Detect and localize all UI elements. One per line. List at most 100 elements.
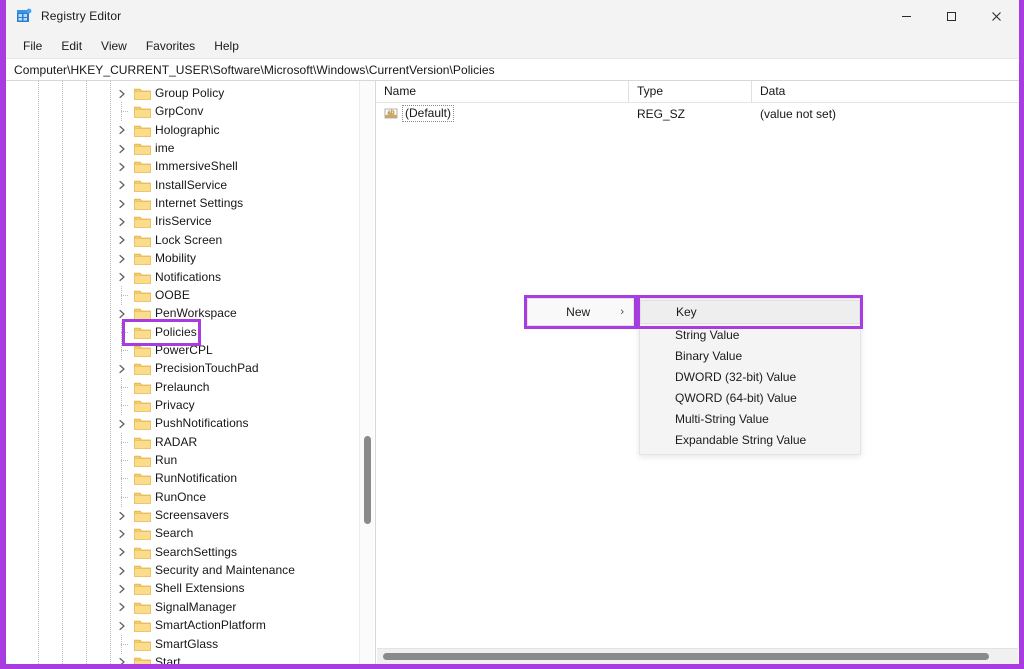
tree-item-prelaunch[interactable]: Prelaunch xyxy=(6,377,359,397)
tree-item-ime[interactable]: ime xyxy=(6,139,359,158)
folder-icon xyxy=(134,179,151,193)
context-menu-item-dword-32-bit-value[interactable]: DWORD (32-bit) Value xyxy=(640,366,860,387)
values-scrollbar-thumb[interactable] xyxy=(383,653,989,660)
context-menu-item-label: DWORD (32-bit) Value xyxy=(675,369,797,384)
tree-item-runnotification[interactable]: RunNotification xyxy=(6,469,359,489)
tree-item-label: Lock Screen xyxy=(155,232,223,247)
values-list-row[interactable]: ab (Default) REG_SZ (value not set) xyxy=(376,103,1019,124)
folder-icon xyxy=(134,197,151,211)
column-header-data[interactable]: Data xyxy=(752,81,1017,102)
chevron-right-icon[interactable] xyxy=(114,121,130,140)
tree-connector-line xyxy=(114,451,130,470)
folder-icon xyxy=(134,124,151,138)
context-menu-item-string-value[interactable]: String Value xyxy=(640,324,860,345)
tree-item-irisservice[interactable]: IrisService xyxy=(6,212,359,231)
tree-item-run[interactable]: Run xyxy=(6,451,359,470)
tree-item-runonce[interactable]: RunOnce xyxy=(6,487,359,507)
menu-help[interactable]: Help xyxy=(206,36,248,56)
folder-icon xyxy=(134,215,151,229)
context-menu-new-item[interactable]: New › xyxy=(527,298,634,326)
context-menu-item-key[interactable]: Key xyxy=(640,300,860,324)
chevron-right-icon[interactable] xyxy=(114,506,130,525)
address-bar[interactable]: Computer\HKEY_CURRENT_USER\Software\Micr… xyxy=(6,59,1019,81)
chevron-right-icon[interactable] xyxy=(114,653,130,664)
tree-item-internet-settings[interactable]: Internet Settings xyxy=(6,194,359,213)
tree-item-shell-extensions[interactable]: Shell Extensions xyxy=(6,579,359,598)
tree-item-lock-screen[interactable]: Lock Screen xyxy=(6,231,359,250)
tree-item-label: SmartActionPlatform xyxy=(155,618,266,633)
tree-item-pushnotifications[interactable]: PushNotifications xyxy=(6,414,359,433)
tree-item-label: RunNotification xyxy=(155,471,238,486)
tree-item-precisiontouchpad[interactable]: PrecisionTouchPad xyxy=(6,359,359,378)
tree-scrollbar-thumb[interactable] xyxy=(364,436,371,524)
chevron-right-icon[interactable] xyxy=(114,231,130,250)
chevron-right-icon[interactable] xyxy=(114,249,130,268)
context-menu-item-multi-string-value[interactable]: Multi-String Value xyxy=(640,408,860,429)
tree-item-notifications[interactable]: Notifications xyxy=(6,268,359,287)
tree-item-label: Shell Extensions xyxy=(155,581,245,596)
tree-item-group-policy[interactable]: Group Policy xyxy=(6,84,359,103)
tree-item-security-and-maintenance[interactable]: Security and Maintenance xyxy=(6,561,359,580)
tree-item-holographic[interactable]: Holographic xyxy=(6,121,359,140)
window-title: Registry Editor xyxy=(41,9,122,23)
menu-file[interactable]: File xyxy=(15,36,51,56)
menu-favorites[interactable]: Favorites xyxy=(138,36,204,56)
menu-edit[interactable]: Edit xyxy=(53,36,91,56)
tree-item-penworkspace[interactable]: PenWorkspace xyxy=(6,304,359,323)
chevron-right-icon[interactable] xyxy=(114,194,130,213)
chevron-right-icon[interactable] xyxy=(114,176,130,195)
minimize-button[interactable] xyxy=(884,0,929,32)
tree-item-label: Prelaunch xyxy=(155,379,210,394)
values-cell-type: REG_SZ xyxy=(637,106,686,121)
folder-icon xyxy=(134,160,151,174)
tree-item-smartactionplatform[interactable]: SmartActionPlatform xyxy=(6,616,359,635)
chevron-right-icon[interactable] xyxy=(114,268,130,287)
maximize-button[interactable] xyxy=(929,0,974,32)
chevron-right-icon[interactable] xyxy=(114,524,130,543)
tree-item-powercpl[interactable]: PowerCPL xyxy=(6,340,359,360)
tree-item-smartglass[interactable]: SmartGlass xyxy=(6,634,359,654)
tree-vertical-scrollbar[interactable] xyxy=(359,81,374,664)
tree-item-screensavers[interactable]: Screensavers xyxy=(6,506,359,525)
chevron-right-icon[interactable] xyxy=(114,157,130,176)
tree-item-oobe[interactable]: OOBE xyxy=(6,285,359,305)
tree-item-label: Start xyxy=(155,654,181,664)
chevron-right-icon[interactable] xyxy=(114,543,130,562)
column-header-type[interactable]: Type xyxy=(629,81,752,102)
chevron-right-icon[interactable] xyxy=(114,359,130,378)
tree-item-privacy[interactable]: Privacy xyxy=(6,395,359,415)
chevron-right-icon[interactable] xyxy=(114,414,130,433)
tree-item-search[interactable]: Search xyxy=(6,524,359,543)
registry-editor-window: Registry Editor File Edit View Favorites… xyxy=(6,0,1019,664)
close-button[interactable] xyxy=(974,0,1019,32)
values-horizontal-scrollbar[interactable] xyxy=(377,648,1018,664)
context-menu-item-binary-value[interactable]: Binary Value xyxy=(640,345,860,366)
tree-item-radar[interactable]: RADAR xyxy=(6,432,359,452)
registry-editor-icon xyxy=(16,8,32,24)
tree-item-label: RADAR xyxy=(155,434,198,449)
tree-item-start[interactable]: Start xyxy=(6,653,359,664)
context-menu-item-qword-64-bit-value[interactable]: QWORD (64-bit) Value xyxy=(640,387,860,408)
tree-item-signalmanager[interactable]: SignalManager xyxy=(6,598,359,617)
tree-item-mobility[interactable]: Mobility xyxy=(6,249,359,268)
tree-item-immersiveshell[interactable]: ImmersiveShell xyxy=(6,157,359,176)
chevron-right-icon[interactable] xyxy=(114,84,130,103)
chevron-right-icon[interactable] xyxy=(114,212,130,231)
registry-tree-pane[interactable]: Group Policy GrpConv Holographic ime Immersi… xyxy=(6,81,376,664)
chevron-right-icon[interactable] xyxy=(114,579,130,598)
tree-item-searchsettings[interactable]: SearchSettings xyxy=(6,543,359,562)
context-menu-item-label: QWORD (64-bit) Value xyxy=(675,390,797,405)
column-header-name[interactable]: Name xyxy=(376,81,629,102)
chevron-right-icon[interactable] xyxy=(114,616,130,635)
chevron-right-icon[interactable] xyxy=(114,139,130,158)
chevron-right-icon[interactable] xyxy=(114,304,130,323)
menu-view[interactable]: View xyxy=(93,36,136,56)
tree-item-label: Run xyxy=(155,453,178,467)
tree-item-installservice[interactable]: InstallService xyxy=(6,176,359,195)
tree-item-grpconv[interactable]: GrpConv xyxy=(6,102,359,122)
folder-icon xyxy=(134,252,151,266)
chevron-right-icon[interactable] xyxy=(114,561,130,580)
tree-item-policies[interactable]: Policies xyxy=(6,322,359,342)
context-menu-item-expandable-string-value[interactable]: Expandable String Value xyxy=(640,429,860,450)
chevron-right-icon[interactable] xyxy=(114,598,130,617)
